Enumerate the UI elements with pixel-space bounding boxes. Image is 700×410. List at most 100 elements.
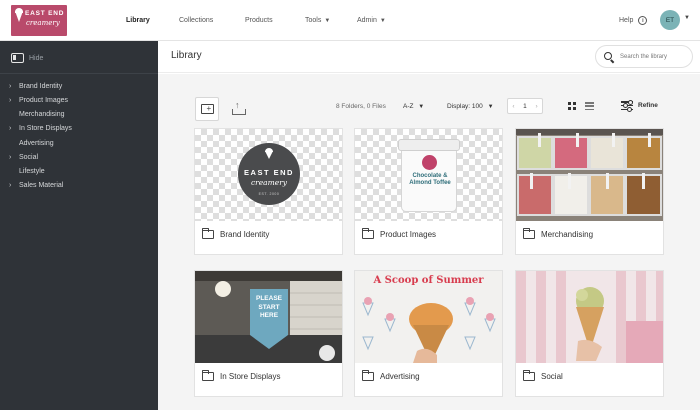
sign-line-2: START bbox=[258, 303, 280, 311]
grid-view-cell bbox=[568, 106, 571, 110]
grid-view-cell bbox=[572, 102, 576, 106]
library-content: 8 Folders, 0 Files A-Z ▼ Display: 100 ▼ … bbox=[158, 74, 700, 410]
folder-card[interactable]: Social bbox=[515, 270, 664, 397]
folder-name: In Store Displays bbox=[220, 372, 281, 381]
photo-part bbox=[568, 173, 571, 189]
sidebar-item-lifestyle[interactable]: Lifestyle bbox=[19, 168, 45, 175]
tub-flavor-line-2: Almond Toffee bbox=[409, 180, 451, 186]
new-folder-icon bbox=[200, 104, 214, 114]
upload-button[interactable] bbox=[226, 97, 250, 121]
folder-name: Merchandising bbox=[541, 230, 594, 239]
new-folder-button[interactable] bbox=[195, 97, 219, 121]
photo-part bbox=[516, 271, 526, 363]
refine-slider bbox=[621, 103, 633, 108]
top-bar: EAST END creamery Library Collections Pr… bbox=[0, 0, 700, 41]
nav-admin-label: Admin bbox=[357, 17, 377, 24]
library-header: Library Search the library bbox=[158, 41, 700, 73]
current-page: 1 bbox=[523, 102, 527, 110]
folder-label: Advertising bbox=[361, 370, 420, 381]
sidebar-item-brand-identity[interactable]: › Brand Identity bbox=[9, 83, 62, 90]
sidebar-item-label: Lifestyle bbox=[19, 168, 45, 175]
photo-part bbox=[486, 313, 494, 321]
nav-library-label: Library bbox=[126, 17, 150, 24]
badge-line-1: EAST END bbox=[244, 168, 294, 177]
nav-library[interactable]: Library bbox=[126, 0, 150, 41]
folder-card[interactable]: Chocolate & Almond Toffee Product Images bbox=[354, 128, 503, 255]
chevron-down-icon[interactable]: ▼ bbox=[684, 15, 690, 21]
brand-logo-badge: EAST END creamery EST. 2000 bbox=[238, 143, 300, 205]
sign-line-1: PLEASE bbox=[255, 295, 282, 302]
help-label: Help bbox=[619, 17, 634, 24]
upload-icon bbox=[232, 100, 246, 115]
sidebar-item-label: Advertising bbox=[19, 140, 54, 147]
nav-products[interactable]: Products bbox=[245, 0, 273, 41]
folder-label: Brand Identity bbox=[201, 228, 270, 239]
folder-card[interactable]: EAST END creamery EST. 2000 Brand Identi… bbox=[194, 128, 343, 255]
chevron-right-icon[interactable]: › bbox=[9, 182, 19, 189]
folder-name: Social bbox=[541, 372, 563, 381]
list-view-line bbox=[585, 102, 594, 104]
sidebar-item-sales-material[interactable]: › Sales Material bbox=[9, 182, 63, 189]
folder-label: Social bbox=[522, 370, 563, 381]
photo-part bbox=[612, 133, 615, 147]
tub-lid bbox=[398, 139, 460, 151]
sidebar-item-label: Sales Material bbox=[19, 182, 64, 189]
sidebar-item-in-store-displays[interactable]: › In Store Displays bbox=[9, 125, 72, 132]
folder-card[interactable]: A Scoop of Summer Advertising bbox=[354, 270, 503, 397]
list-view-icon[interactable] bbox=[585, 102, 594, 110]
photo-part bbox=[319, 345, 335, 361]
logo-cone-icon bbox=[15, 11, 23, 22]
search-input[interactable]: Search the library bbox=[595, 45, 693, 68]
next-page-icon[interactable]: › bbox=[535, 103, 537, 110]
nav-products-label: Products bbox=[245, 17, 273, 24]
chevron-right-icon[interactable]: › bbox=[9, 125, 19, 132]
folder-thumbnail bbox=[516, 271, 663, 363]
photo-part bbox=[556, 271, 566, 363]
folder-name: Brand Identity bbox=[220, 230, 270, 239]
folder-label: In Store Displays bbox=[201, 370, 281, 381]
pagination[interactable]: ‹ 1 › bbox=[507, 98, 543, 114]
sidebar-item-label: Brand Identity bbox=[19, 83, 63, 90]
sidebar-item-advertising[interactable]: Advertising bbox=[19, 140, 54, 147]
brand-logo[interactable]: EAST END creamery bbox=[11, 5, 67, 36]
folder-thumbnail: EAST END creamery EST. 2000 bbox=[195, 129, 342, 221]
sidebar-item-product-images[interactable]: › Product Images bbox=[9, 97, 68, 104]
nav-admin[interactable]: Admin ▼ bbox=[357, 0, 386, 41]
refine-slider bbox=[621, 99, 633, 104]
sort-label: A-Z bbox=[403, 103, 414, 110]
user-avatar[interactable]: ET bbox=[660, 10, 680, 30]
chevron-right-icon[interactable]: › bbox=[9, 154, 19, 161]
folder-card[interactable]: Merchandising bbox=[515, 128, 664, 255]
tub-logo-circle bbox=[422, 155, 437, 170]
refine-button[interactable]: Refine bbox=[621, 99, 658, 112]
display-dropdown[interactable]: Display: 100 ▼ bbox=[447, 103, 494, 110]
folder-thumbnail: PLEASE START HERE bbox=[195, 271, 342, 363]
sign-line-3: HERE bbox=[259, 312, 279, 319]
chevron-right-icon[interactable]: › bbox=[9, 83, 19, 90]
photo-part bbox=[530, 173, 533, 189]
sidebar: Hide › Brand Identity › Product Images M… bbox=[0, 41, 158, 410]
badge-line-2: creamery bbox=[250, 178, 288, 187]
photo-part bbox=[466, 297, 474, 305]
chevron-right-icon[interactable]: › bbox=[9, 97, 19, 104]
folder-icon bbox=[361, 370, 374, 381]
search-placeholder: Search the library bbox=[620, 53, 668, 60]
sidebar-item-merchandising[interactable]: Merchandising bbox=[19, 111, 65, 118]
prev-page-icon[interactable]: ‹ bbox=[512, 103, 514, 110]
grid-view-icon[interactable] bbox=[568, 102, 576, 110]
refine-icon bbox=[621, 99, 633, 112]
folder-card[interactable]: PLEASE START HERE In Store Displays bbox=[194, 270, 343, 397]
nav-collections[interactable]: Collections bbox=[179, 0, 213, 41]
list-view-line bbox=[585, 108, 594, 110]
help-link[interactable]: Help i bbox=[619, 0, 648, 41]
logo-line-1: EAST END bbox=[25, 10, 65, 17]
sidebar-divider bbox=[0, 73, 158, 74]
sort-dropdown[interactable]: A-Z ▼ bbox=[403, 103, 424, 110]
sidebar-item-label: Merchandising bbox=[19, 111, 65, 118]
store-sign-tip bbox=[250, 335, 288, 349]
sidebar-hide-toggle[interactable]: Hide bbox=[11, 53, 43, 63]
nav-tools[interactable]: Tools ▼ bbox=[305, 0, 330, 41]
photo-part bbox=[215, 281, 231, 297]
refine-label: Refine bbox=[638, 102, 658, 109]
sidebar-item-social[interactable]: › Social bbox=[9, 154, 38, 161]
